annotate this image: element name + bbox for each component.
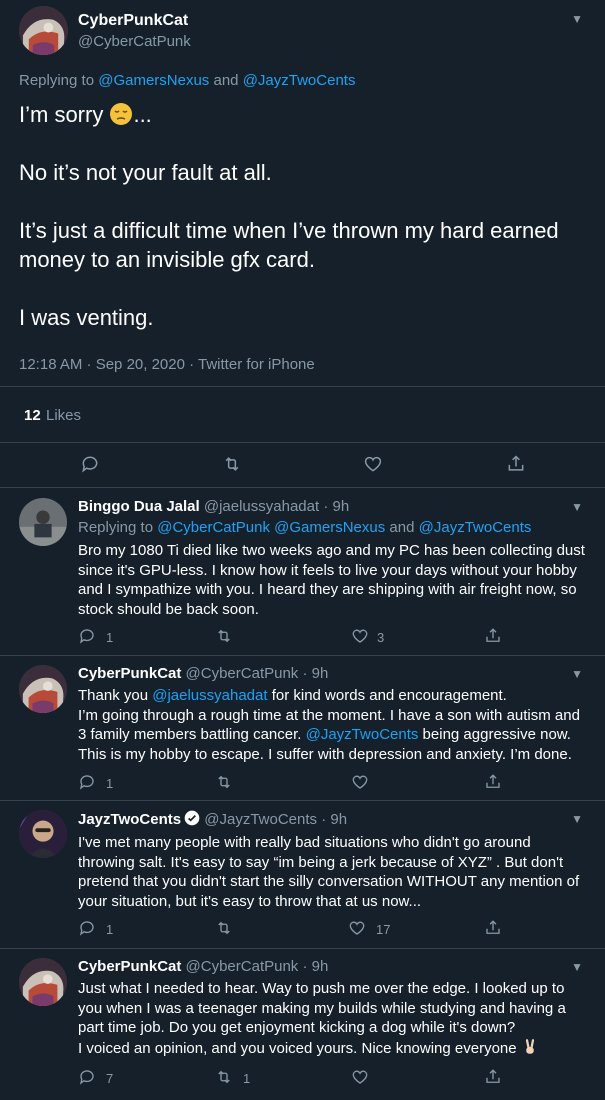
like-count: 3 [377, 630, 385, 645]
share-icon[interactable] [484, 1068, 502, 1086]
tweet-header: JayzTwoCents @JayzTwoCents · 9h [78, 810, 347, 828]
likes-row[interactable]: 12 Likes [0, 386, 605, 443]
tweet-text: I’m sorry ... No it’s not your fault at … [19, 102, 559, 330]
tweet-actions: 1 17 [78, 919, 605, 939]
reply-icon[interactable] [78, 1068, 96, 1086]
mention-link[interactable]: @JayzTwoCents [419, 519, 532, 536]
mention-link[interactable]: @jaelussyahadat [152, 687, 267, 704]
mention-link[interactable]: @GamersNexus [98, 72, 209, 89]
victory-hand-icon [521, 1038, 539, 1056]
avatar[interactable] [19, 6, 68, 55]
heart-icon[interactable] [363, 454, 383, 474]
share-icon[interactable] [506, 454, 526, 474]
chevron-down-icon[interactable]: ▼ [571, 812, 583, 826]
reply-icon[interactable] [80, 454, 100, 474]
tweet-header: Binggo Dua Jalal @jaelussyahadat · 9h [78, 498, 349, 515]
retweet-icon[interactable] [215, 1068, 233, 1086]
reply-tweet[interactable]: CyberPunkCat @CyberCatPunk · 9h ▼ Just w… [0, 948, 605, 1100]
tweet-actions: 1 [78, 773, 605, 793]
reply-count: 1 [106, 776, 114, 791]
retweet-count: 1 [243, 1071, 251, 1086]
replying-to: Replying to @GamersNexus and @JayzTwoCen… [19, 72, 356, 89]
tweet-text: Just what I needed to hear. Way to push … [78, 980, 566, 1057]
reply-count: 7 [106, 1071, 114, 1086]
pensive-face-icon [109, 102, 133, 126]
tweet-actions: 7 1 [78, 1068, 605, 1088]
reply-icon[interactable] [78, 919, 96, 937]
reply-tweet[interactable]: JayzTwoCents @JayzTwoCents · 9h ▼ I've m… [0, 800, 605, 949]
heart-icon[interactable] [351, 1068, 369, 1086]
likes-label: Likes [46, 407, 82, 424]
author-handle[interactable]: @CyberCatPunk [186, 958, 299, 975]
mention-link[interactable]: @CyberCatPunk @GamersNexus [157, 519, 385, 536]
heart-icon[interactable] [351, 627, 369, 645]
author-handle[interactable]: @CyberCatPunk [186, 665, 299, 682]
tweet-time[interactable]: · 9h [302, 958, 328, 975]
share-icon[interactable] [484, 773, 502, 791]
chevron-down-icon[interactable]: ▼ [571, 12, 583, 26]
tweet-timestamp[interactable]: 12:18 AM · Sep 20, 2020 · Twitter for iP… [19, 356, 315, 373]
avatar[interactable] [19, 665, 67, 713]
author-name[interactable]: CyberPunkCat [78, 958, 181, 975]
retweet-icon[interactable] [215, 773, 233, 791]
share-icon[interactable] [484, 919, 502, 937]
author-handle[interactable]: @CyberCatPunk [78, 33, 191, 50]
tweet-actions [0, 450, 605, 478]
tweet-actions: 1 3 [78, 627, 605, 647]
replying-to: Replying to @CyberCatPunk @GamersNexus a… [78, 519, 532, 536]
reply-icon[interactable] [78, 773, 96, 791]
share-icon[interactable] [484, 627, 502, 645]
avatar[interactable] [19, 498, 67, 546]
retweet-icon[interactable] [215, 627, 233, 645]
author-name[interactable]: Binggo Dua Jalal [78, 498, 200, 515]
author-name[interactable]: CyberPunkCat [78, 12, 188, 30]
tweet-time[interactable]: · 9h [302, 665, 328, 682]
tweet-time[interactable]: · 9h [321, 811, 347, 828]
author-handle[interactable]: @jaelussyahadat [204, 498, 319, 515]
verified-badge-icon [184, 810, 200, 826]
reply-count: 1 [106, 630, 114, 645]
tweet-thread: CyberPunkCat @CyberCatPunk ▼ Replying to… [0, 0, 605, 1100]
author-handle[interactable]: @JayzTwoCents [204, 811, 317, 828]
chevron-down-icon[interactable]: ▼ [571, 960, 583, 974]
mention-link[interactable]: @JayzTwoCents [243, 72, 356, 89]
avatar[interactable] [19, 810, 67, 858]
reply-icon[interactable] [78, 627, 96, 645]
tweet-text: Bro my 1080 Ti died like two weeks ago a… [78, 542, 585, 618]
tweet-header: CyberPunkCat @CyberCatPunk · 9h [78, 665, 328, 682]
author-name[interactable]: CyberPunkCat [78, 665, 181, 682]
heart-icon[interactable] [351, 773, 369, 791]
avatar[interactable] [19, 958, 67, 1006]
tweet-time[interactable]: · 9h [323, 498, 349, 515]
heart-icon[interactable] [348, 919, 366, 937]
main-tweet: CyberPunkCat @CyberCatPunk ▼ Replying to… [0, 0, 605, 488]
reply-tweet[interactable]: CyberPunkCat @CyberCatPunk · 9h ▼ Thank … [0, 655, 605, 801]
chevron-down-icon[interactable]: ▼ [571, 500, 583, 514]
chevron-down-icon[interactable]: ▼ [571, 667, 583, 681]
likes-count: 12 [24, 407, 41, 424]
tweet-text: Thank you @jaelussyahadat for kind words… [78, 687, 580, 763]
mention-link[interactable]: @JayzTwoCents [306, 726, 419, 743]
reply-tweet[interactable]: Binggo Dua Jalal @jaelussyahadat · 9h ▼ … [0, 488, 605, 656]
tweet-header: CyberPunkCat @CyberCatPunk · 9h [78, 958, 328, 975]
like-count: 17 [376, 922, 391, 937]
retweet-icon[interactable] [215, 919, 233, 937]
author-name[interactable]: JayzTwoCents [78, 811, 181, 828]
reply-count: 1 [106, 922, 114, 937]
retweet-icon[interactable] [222, 454, 242, 474]
tweet-text: I've met many people with really bad sit… [78, 834, 580, 910]
